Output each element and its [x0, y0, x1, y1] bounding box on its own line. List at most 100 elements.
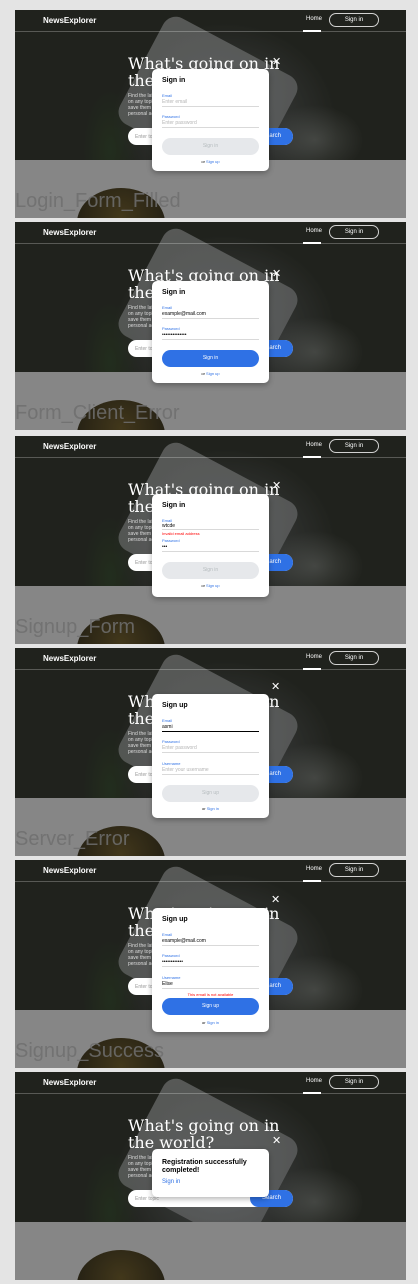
signup-modal: Sign up Email asmi Password Enter passwo…	[152, 694, 269, 818]
signin-button[interactable]: Sign in	[162, 350, 259, 367]
alt-auth-row: or Sign up	[152, 159, 269, 164]
email-field[interactable]: example@mail.com	[162, 938, 206, 944]
nav-signin-button[interactable]: Sign in	[329, 1075, 379, 1089]
email-label: Email	[162, 305, 173, 310]
signup-modal: Sign up Email example@mail.com Password …	[152, 908, 269, 1032]
password-underline	[162, 752, 259, 753]
caption-signup-success: Signup_Success	[15, 1040, 164, 1062]
nav-home-underline	[303, 880, 321, 882]
modal-title: Sign in	[162, 502, 186, 509]
logo[interactable]: NewsExplorer	[43, 654, 96, 663]
signin-button[interactable]: Sign in	[162, 138, 259, 155]
password-field[interactable]: Enter password	[162, 120, 197, 126]
signup-link[interactable]: Sign up	[206, 583, 220, 588]
signin-link[interactable]: Sign in	[162, 1179, 180, 1185]
nav-signin-button[interactable]: Sign in	[329, 651, 379, 665]
nav-home-underline	[303, 30, 321, 32]
username-label: Username	[162, 975, 181, 980]
nav-home[interactable]: Home	[306, 16, 322, 22]
username-underline	[162, 774, 259, 775]
alt-auth-row: or Sign up	[152, 371, 269, 376]
nav-home[interactable]: Home	[306, 654, 322, 660]
close-icon[interactable]: ✕	[272, 269, 281, 280]
logo[interactable]: NewsExplorer	[43, 16, 96, 25]
email-underline	[162, 945, 259, 946]
email-field[interactable]: asmi	[162, 724, 173, 730]
email-underline	[162, 106, 259, 107]
logo[interactable]: NewsExplorer	[43, 1078, 96, 1087]
email-field[interactable]: example@mail.com	[162, 311, 206, 317]
password-label: Password	[162, 538, 180, 543]
password-underline	[162, 339, 259, 340]
header: NewsExplorer Home Sign in	[15, 222, 406, 244]
logo[interactable]: NewsExplorer	[43, 228, 96, 237]
nav-home[interactable]: Home	[306, 866, 322, 872]
caption-login-filled: Login_Form_Filled	[15, 190, 181, 212]
email-error: Invalid email address	[162, 531, 200, 536]
success-title: Registration successfully completed!	[162, 1159, 247, 1174]
close-icon[interactable]: ✕	[272, 1136, 281, 1147]
success-modal: Registration successfully completed! Sig…	[152, 1149, 269, 1197]
signup-button[interactable]: Sign up	[162, 785, 259, 802]
close-icon[interactable]: ✕	[271, 682, 280, 693]
nav-home[interactable]: Home	[306, 442, 322, 448]
username-field[interactable]: Enter your username	[162, 767, 209, 773]
logo[interactable]: NewsExplorer	[43, 866, 96, 875]
nav-signin-button[interactable]: Sign in	[329, 863, 379, 877]
header: NewsExplorer Home Sign in	[15, 648, 406, 670]
signin-button[interactable]: Sign in	[162, 562, 259, 579]
password-field[interactable]: Enter password	[162, 745, 197, 751]
username-label: Username	[162, 761, 181, 766]
signup-button[interactable]: Sign up	[162, 998, 259, 1015]
email-field[interactable]: Enter email	[162, 99, 187, 105]
close-icon[interactable]: ✕	[272, 57, 281, 68]
nav-home[interactable]: Home	[306, 1078, 322, 1084]
email-label: Email	[162, 932, 173, 937]
nav-signin-button[interactable]: Sign in	[329, 225, 379, 239]
logo[interactable]: NewsExplorer	[43, 442, 96, 451]
screen-signin-empty: NewsExplorer Home Sign in What's going o…	[15, 10, 406, 218]
nav-home-underline	[303, 1092, 321, 1094]
signin-link[interactable]: Sign in	[207, 806, 219, 811]
hero-title: What's going on in the world?	[128, 1116, 280, 1152]
nav-home-underline	[303, 668, 321, 670]
signin-modal: Sign in Email wtcde Invalid email addres…	[152, 494, 269, 597]
close-icon[interactable]: ✕	[272, 481, 281, 492]
modal-title: Sign in	[162, 77, 186, 84]
password-label: Password	[162, 326, 180, 331]
close-icon[interactable]: ✕	[271, 895, 280, 906]
signin-link[interactable]: Sign in	[207, 1020, 219, 1025]
username-underline	[162, 988, 259, 989]
nav-home-underline	[303, 456, 321, 458]
email-underline	[162, 731, 259, 732]
email-label: Email	[162, 93, 173, 98]
signup-link[interactable]: Sign up	[206, 159, 220, 164]
password-label: Password	[162, 739, 180, 744]
nav-home-underline	[303, 242, 321, 244]
nav-home[interactable]: Home	[306, 228, 322, 234]
username-field[interactable]: Elise	[162, 981, 173, 987]
alt-auth-row: or Sign up	[152, 583, 269, 588]
password-underline	[162, 127, 259, 128]
header: NewsExplorer Home Sign in	[15, 1072, 406, 1094]
modal-title: Sign in	[162, 289, 186, 296]
password-field[interactable]: •••	[162, 544, 167, 550]
alt-auth-row: or Sign in	[152, 806, 269, 811]
alt-auth-row: or Sign in	[152, 1020, 269, 1025]
signup-link[interactable]: Sign up	[206, 371, 220, 376]
screen-signup-form: NewsExplorer Home Sign in What's going o…	[15, 648, 406, 856]
password-underline	[162, 966, 259, 967]
modal-title: Sign up	[162, 702, 188, 709]
nav-signin-button[interactable]: Sign in	[329, 13, 379, 27]
password-field[interactable]: ••••••••••••••	[162, 332, 187, 338]
signin-modal: Sign in Email Enter email Password Enter…	[152, 69, 269, 171]
email-underline	[162, 318, 259, 319]
screen-signin-filled: NewsExplorer Home Sign in What's going o…	[15, 222, 406, 430]
email-label: Email	[162, 718, 173, 723]
header: NewsExplorer Home Sign in	[15, 436, 406, 458]
password-field[interactable]: ••••••••••••	[162, 959, 183, 965]
screen-signup-success: NewsExplorer Home Sign in What's going o…	[15, 1072, 406, 1280]
nav-signin-button[interactable]: Sign in	[329, 439, 379, 453]
header: NewsExplorer Home Sign in	[15, 860, 406, 882]
screen-client-error: NewsExplorer Home Sign in What's going o…	[15, 436, 406, 644]
